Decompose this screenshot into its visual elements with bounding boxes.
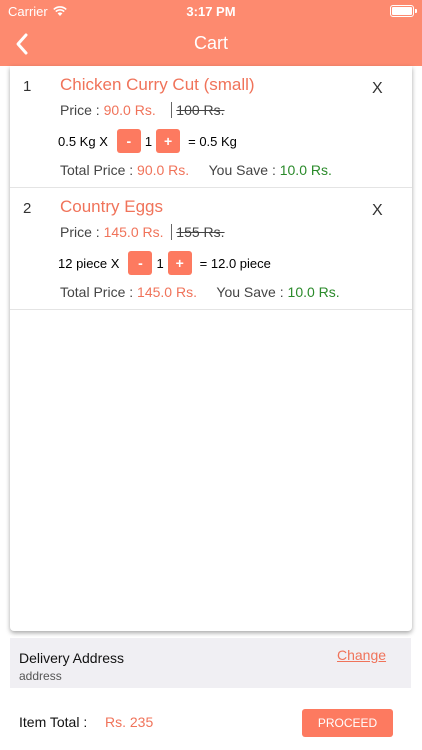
price-value: 145.0 Rs.: [103, 224, 164, 240]
save-value: 10.0 Rs.: [279, 162, 332, 178]
save-value: 10.0 Rs.: [287, 284, 340, 300]
proceed-button[interactable]: PROCEED: [302, 709, 393, 737]
remove-item-button[interactable]: X: [372, 80, 383, 98]
total-label: Total Price :: [60, 162, 134, 178]
mrp-value: 155 Rs.: [176, 224, 225, 240]
change-address-link[interactable]: Change: [337, 647, 386, 663]
remove-item-button[interactable]: X: [372, 202, 383, 220]
delivery-address-title: Delivery Address: [19, 650, 125, 666]
item-index: 1: [23, 78, 32, 95]
delivery-address-box: Delivery Address address Change: [10, 638, 411, 688]
status-bar: Carrier 3:17 PM: [0, 0, 422, 22]
total-value: 90.0 Rs.: [137, 162, 190, 178]
quantity-row: 0.5 Kg X - 1 + = 0.5 Kg: [58, 128, 237, 154]
quantity-result: = 12.0 piece: [199, 255, 271, 271]
item-name: Chicken Curry Cut (small): [60, 75, 255, 94]
page-title: Cart: [193, 33, 228, 53]
price-row: Price : 90.0 Rs. 100 Rs.: [60, 102, 225, 118]
increase-quantity-button[interactable]: +: [156, 129, 181, 153]
cart-item: 1 Chicken Curry Cut (small) X Price : 90…: [10, 66, 412, 188]
quantity-value: 1: [144, 133, 153, 149]
item-name: Country Eggs: [60, 197, 163, 216]
header-bar: Carrier 3:17 PM Cart: [0, 0, 422, 66]
price-row: Price : 145.0 Rs. 155 Rs.: [60, 224, 225, 240]
unit-label: 0.5 Kg X: [58, 133, 108, 149]
status-time: 3:17 PM: [186, 4, 236, 19]
battery-icon: [390, 5, 417, 17]
cart-item: 2 Country Eggs X Price : 145.0 Rs. 155 R…: [10, 188, 412, 310]
unit-label: 12 piece X: [58, 255, 120, 271]
cart-list: 1 Chicken Curry Cut (small) X Price : 90…: [10, 66, 412, 631]
quantity-row: 12 piece X - 1 + = 12.0 piece: [58, 250, 271, 276]
save-label: You Save :: [216, 284, 284, 300]
total-label: Total Price :: [60, 284, 134, 300]
total-value: 145.0 Rs.: [137, 284, 197, 300]
decrease-quantity-button[interactable]: -: [116, 129, 141, 153]
price-label: Price :: [60, 102, 100, 118]
item-index: 2: [23, 200, 32, 217]
price-divider: [171, 224, 173, 240]
navigation-bar: Cart: [0, 22, 422, 66]
price-label: Price :: [60, 224, 100, 240]
increase-quantity-button[interactable]: +: [167, 251, 192, 275]
item-total-value: Rs. 235: [105, 714, 154, 730]
item-total-label: Item Total :: [19, 714, 88, 730]
total-row: Total Price : 145.0 Rs. You Save : 10.0 …: [60, 284, 340, 300]
quantity-value: 1: [156, 255, 164, 271]
quantity-result: = 0.5 Kg: [188, 133, 237, 149]
price-divider: [171, 102, 173, 118]
price-value: 90.0 Rs.: [103, 102, 156, 118]
mrp-value: 100 Rs.: [176, 102, 225, 118]
total-row: Total Price : 90.0 Rs. You Save : 10.0 R…: [60, 162, 332, 178]
decrease-quantity-button[interactable]: -: [128, 251, 153, 275]
save-label: You Save :: [208, 162, 276, 178]
delivery-address-text: address: [19, 669, 62, 683]
